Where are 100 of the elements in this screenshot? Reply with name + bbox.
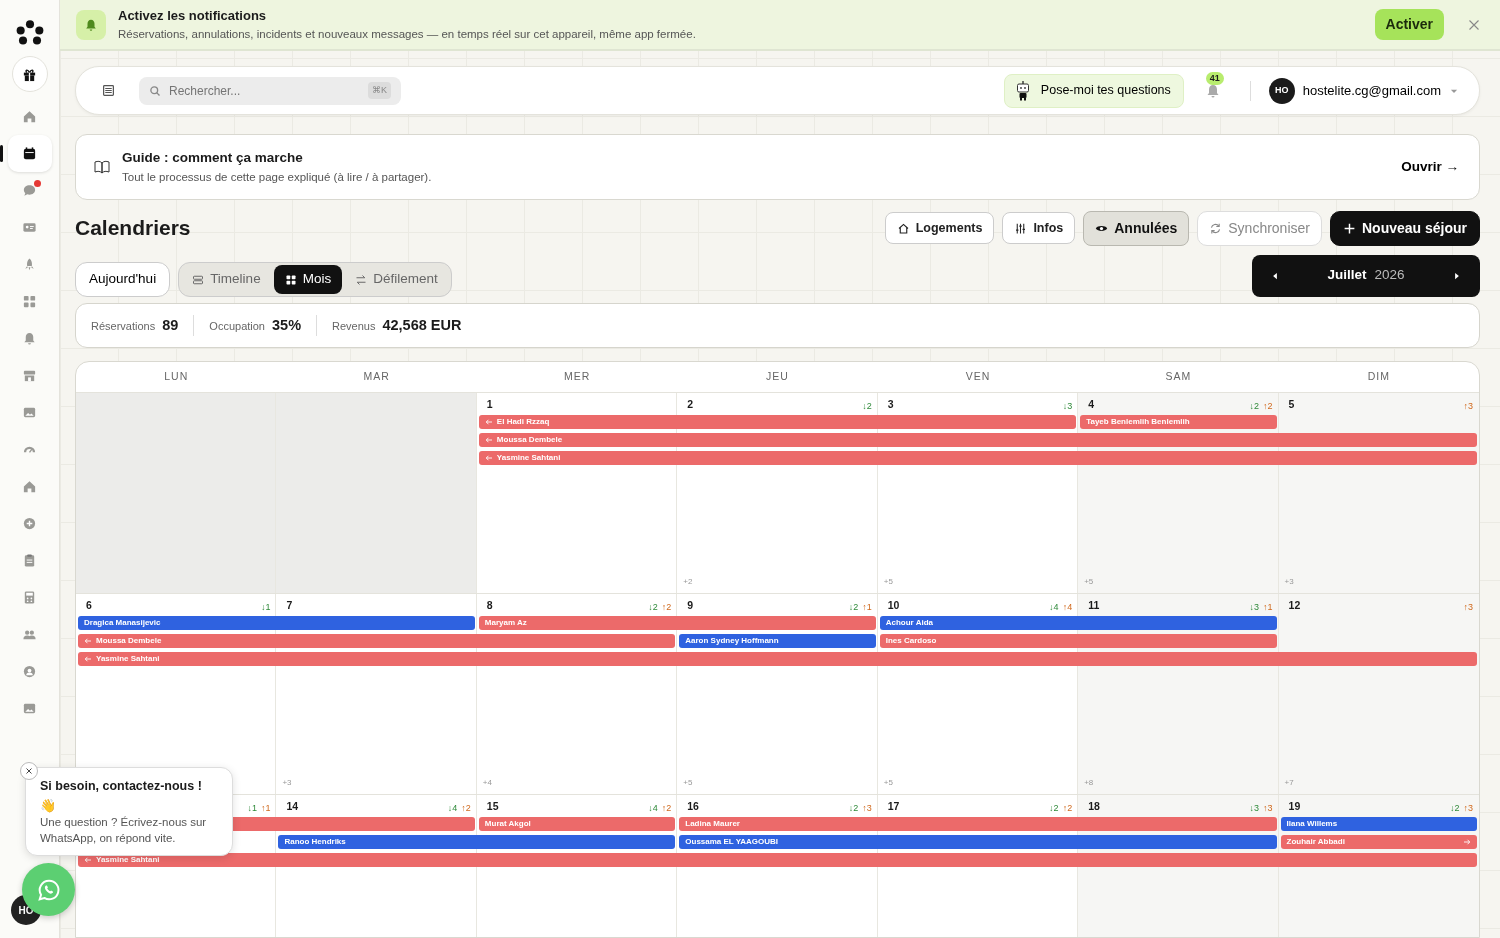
assistant-button[interactable]: Pose-moi tes questions xyxy=(1003,73,1184,108)
departures-count: ↑3 xyxy=(1463,801,1473,815)
sync-button[interactable]: Synchroniser xyxy=(1197,210,1322,246)
toggle-button[interactable]: Annulées xyxy=(1083,210,1190,246)
more-count: +5 xyxy=(1083,576,1095,588)
booking-bar[interactable]: Moussa Dembele xyxy=(78,634,676,648)
user-menu[interactable]: HO hostelite.cg@gmail.com xyxy=(1268,77,1459,104)
robot-icon xyxy=(1014,80,1031,101)
grid-icon xyxy=(22,294,37,309)
page-title: Calendriers xyxy=(75,215,191,241)
booking-bar[interactable]: Ines Cardoso xyxy=(879,634,1277,648)
departures-count: ↑3 xyxy=(1263,801,1273,815)
booking-bar[interactable]: Ladina Maurer xyxy=(679,817,1277,831)
logo-icon xyxy=(15,18,44,46)
booking-bar[interactable]: Moussa Dembele xyxy=(478,433,1477,447)
more-count: +5 xyxy=(682,777,694,789)
day-number: 9 xyxy=(687,598,694,614)
arrivals-count: ↓2 xyxy=(1449,801,1460,815)
arrivals-count: ↓2 xyxy=(1249,399,1260,413)
booking-bar[interactable]: Yasmine Sahtani xyxy=(78,652,1477,666)
stat-label: Réservations xyxy=(91,318,156,334)
search-icon xyxy=(149,84,161,97)
day-number: 2 xyxy=(687,397,694,413)
booking-bar[interactable]: Aaron Sydney Hoffmann xyxy=(679,634,876,648)
calculator-icon xyxy=(22,590,37,605)
arrivals-count: ↓2 xyxy=(848,600,859,614)
month-year: 2026 xyxy=(1374,266,1405,285)
arrivals-count: ↓4 xyxy=(1049,600,1059,614)
more-count: +3 xyxy=(1283,576,1295,588)
day-number: 3 xyxy=(887,397,894,413)
sliders-icon xyxy=(1014,221,1028,235)
notification-count: 41 xyxy=(1205,71,1224,85)
rocket-icon xyxy=(22,257,37,272)
clipboard-icon xyxy=(22,553,37,568)
view-tab[interactable]: Défilement xyxy=(344,265,449,294)
booking-bar[interactable]: Ilana Willems xyxy=(1280,817,1477,831)
arrivals-count: ↓1 xyxy=(247,801,257,815)
day-number: 8 xyxy=(486,598,493,614)
day-number: 4 xyxy=(1088,397,1094,413)
booking-bar[interactable]: Tayeb Benlemlih Benlemlih xyxy=(1080,415,1277,429)
booking-bar[interactable]: Maryam Az xyxy=(478,616,876,630)
more-count: +3 xyxy=(281,777,293,789)
calendar-icon xyxy=(22,146,37,161)
booking-bar[interactable]: Ranoo Hendriks xyxy=(278,835,676,849)
active-indicator xyxy=(0,145,3,162)
booking-bar[interactable]: Achour Aida xyxy=(879,616,1277,630)
arrivals-count: ↓2 xyxy=(648,600,658,614)
wave-emoji: 👋 xyxy=(40,796,57,815)
booking-bar[interactable]: El Hadi Rzzaq xyxy=(478,415,1077,429)
close-icon xyxy=(25,767,33,775)
weekday-label: LUN xyxy=(163,369,190,385)
search-field[interactable]: Rechercher... ⌘K xyxy=(139,76,401,105)
view-tab[interactable]: Mois xyxy=(273,265,343,294)
grid-icon xyxy=(284,273,297,286)
departures-count: ↑1 xyxy=(1263,600,1273,614)
arrivals-count: ↓2 xyxy=(1049,801,1059,815)
month-name: Juillet xyxy=(1327,266,1367,285)
day-number: 14 xyxy=(286,799,299,815)
booking-bar[interactable]: Yasmine Sahtani xyxy=(478,451,1477,465)
stat-label: Occupation xyxy=(209,318,265,334)
more-count: +4 xyxy=(481,777,493,789)
stat-label: Revenus xyxy=(332,318,376,334)
arrivals-count: ↓1 xyxy=(260,600,271,614)
search-input[interactable]: Rechercher... xyxy=(169,81,360,100)
weekday-label: MER xyxy=(562,369,592,385)
day-number: 7 xyxy=(286,598,293,614)
more-count: +8 xyxy=(1083,777,1095,789)
banner-text: Réservations, annulations, incidents et nouveaux messages — en temps réel sur cet appareil, même app fermée. xyxy=(118,26,696,42)
id-card-icon xyxy=(22,220,37,235)
departures-count: ↑4 xyxy=(1062,600,1073,614)
booking-bar[interactable]: Zouhair Abbadi xyxy=(1280,835,1477,849)
shortcut-hint: ⌘K xyxy=(368,81,391,100)
chat-bubble-icon xyxy=(36,877,61,902)
menu-button[interactable] xyxy=(102,84,115,97)
toolbar-button[interactable]: Logements xyxy=(884,212,995,244)
guide-title: Guide : comment ça marche xyxy=(122,149,304,168)
stat-value: 89 xyxy=(162,315,179,335)
view-tab[interactable]: Timeline xyxy=(181,265,272,294)
departures-count: ↑3 xyxy=(1463,600,1473,614)
toolbar-button[interactable]: Infos xyxy=(1002,212,1076,244)
sidebar-item[interactable] xyxy=(11,56,48,92)
plus-circle-icon xyxy=(22,516,37,531)
enable-button[interactable]: Activer xyxy=(1374,9,1444,40)
weekday-label: MAR xyxy=(362,369,391,385)
arrivals-count: ↓3 xyxy=(1062,399,1073,413)
arrivals-count: ↓2 xyxy=(862,399,872,413)
booking-bar[interactable]: Dragica Manasijevic xyxy=(78,616,475,630)
today-button[interactable]: Aujourd'hui xyxy=(75,262,171,297)
new-stay-button[interactable]: Nouveau séjour xyxy=(1329,210,1480,246)
booking-bar[interactable]: Yasmine Sahtani xyxy=(78,853,1477,867)
user-email: hostelite.cg@gmail.com xyxy=(1302,81,1441,100)
booking-bar[interactable]: Murat Akgol xyxy=(478,817,676,831)
day-number: 15 xyxy=(486,799,499,815)
day-number: 6 xyxy=(86,598,92,614)
close-icon xyxy=(1468,19,1480,32)
booking-bar[interactable]: Oussama EL YAAGOUBI xyxy=(679,835,1277,849)
day-number: 5 xyxy=(1288,397,1295,413)
day-number: 12 xyxy=(1288,598,1301,614)
departures-count: ↑1 xyxy=(260,801,271,815)
open-link[interactable]: Ouvrir → xyxy=(1395,155,1465,179)
